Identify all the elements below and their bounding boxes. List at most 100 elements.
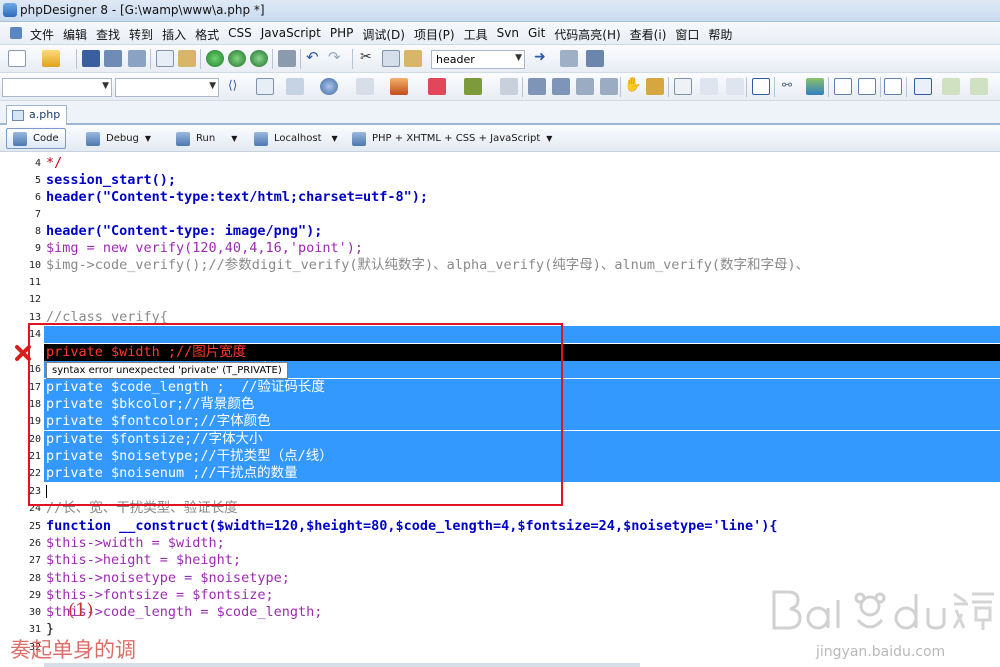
find-next-icon[interactable]: ➜	[534, 50, 552, 67]
php-file-icon	[12, 110, 24, 121]
undo-icon[interactable]: ↶	[306, 50, 324, 67]
form-icon[interactable]	[286, 78, 304, 95]
document-menu-icon[interactable]	[10, 27, 22, 39]
snippet-icon[interactable]: ⟨⟩	[228, 78, 246, 95]
save-as-icon[interactable]	[128, 50, 146, 67]
color-picker-icon[interactable]	[320, 78, 338, 95]
find-icon[interactable]	[560, 50, 578, 67]
web-icon[interactable]	[250, 50, 268, 67]
cut-icon[interactable]: ✂	[360, 50, 378, 67]
page-export-icon[interactable]	[726, 78, 744, 95]
code-editor[interactable]: 4 */ 5 session_start(); 6 header("Conten…	[0, 152, 1000, 667]
baidu-logo-watermark	[772, 590, 994, 630]
replace-icon[interactable]	[586, 50, 604, 67]
menu-window[interactable]: 窗口	[675, 26, 699, 43]
line-number: 9	[34, 243, 41, 254]
debug-button[interactable]: Debug ▼	[86, 128, 151, 149]
line-number: 11	[28, 277, 41, 288]
hand-icon[interactable]: ✋	[624, 78, 642, 95]
menu-project[interactable]: 项目(P)	[414, 26, 455, 43]
toolbar-separator	[150, 49, 151, 69]
clipboard-icon[interactable]	[178, 50, 196, 67]
menu-format[interactable]: 格式	[195, 26, 219, 43]
line-code: header("Content-type:text/html;charset=u…	[46, 189, 429, 205]
syntax-button[interactable]: PHP + XHTML + CSS + JavaScript ▼	[352, 128, 552, 149]
app-icon	[3, 3, 17, 17]
menu-edit[interactable]: 编辑	[63, 26, 87, 43]
font-combo[interactable]: ▼	[2, 78, 112, 97]
grid-icon[interactable]	[834, 78, 852, 95]
chevron-down-icon: ▼	[515, 53, 522, 63]
horizontal-scrollbar[interactable]	[44, 663, 640, 667]
menu-goto[interactable]: 转到	[129, 26, 153, 43]
tab-a-php[interactable]: a.php	[6, 105, 68, 125]
erase-icon[interactable]	[500, 78, 518, 95]
spell-check-icon[interactable]	[646, 78, 664, 95]
menu-bar: 文件 编辑 查找 转到 插入 格式 CSS JavaScript PHP 调试(…	[0, 22, 1000, 45]
indent-icon[interactable]	[528, 78, 546, 95]
menu-view[interactable]: 查看(i)	[630, 26, 667, 43]
wizard-icon[interactable]	[464, 78, 482, 95]
menu-insert[interactable]: 插入	[162, 26, 186, 43]
find-combo-value: header	[436, 53, 475, 66]
code-line: 27 $this->height = $height;	[0, 552, 1000, 569]
page-icon[interactable]	[700, 78, 718, 95]
template-icon[interactable]	[356, 78, 374, 95]
toolbar-separator	[620, 77, 621, 97]
paste-icon[interactable]	[404, 50, 422, 67]
export-icon[interactable]	[942, 78, 960, 95]
layout-icon[interactable]	[914, 78, 932, 95]
menu-help[interactable]: 帮助	[708, 26, 732, 43]
open-folder-icon[interactable]	[42, 50, 60, 67]
debug-label: Debug	[106, 133, 139, 144]
frame-icon[interactable]	[884, 78, 902, 95]
menu-php[interactable]: PHP	[330, 26, 354, 43]
size-combo[interactable]: ▼	[115, 78, 219, 97]
window-icon[interactable]	[674, 78, 692, 95]
menu-git[interactable]: Git	[528, 26, 545, 43]
run-button[interactable]: Run ▼	[176, 128, 237, 149]
outdent-icon[interactable]	[552, 78, 570, 95]
checkbox-icon[interactable]	[752, 78, 770, 95]
menu-javascript[interactable]: JavaScript	[261, 26, 321, 43]
line-number: 30	[28, 607, 41, 618]
author-watermark: 奏起单身的调	[10, 638, 136, 662]
menu-svn[interactable]: Svn	[497, 26, 519, 43]
line-number: 12	[28, 294, 41, 305]
chevron-down-icon: ▼	[231, 134, 238, 143]
comment-icon[interactable]	[600, 78, 618, 95]
toolbar-separator	[352, 49, 353, 69]
code-mode-button[interactable]: Code	[6, 128, 66, 149]
save-all-icon[interactable]	[104, 50, 122, 67]
marker-icon[interactable]	[390, 78, 408, 95]
line-code: $this->noisetype = $noisetype;	[46, 570, 290, 586]
menu-debug[interactable]: 调试(D)	[362, 26, 405, 43]
tag-icon[interactable]	[428, 78, 446, 95]
browser-preview-icon[interactable]	[206, 50, 224, 67]
publish-icon[interactable]	[970, 78, 988, 95]
localhost-button[interactable]: Localhost ▼	[254, 128, 338, 149]
menu-find[interactable]: 查找	[96, 26, 120, 43]
server-icon	[254, 131, 268, 146]
link-icon[interactable]: ⚯	[782, 78, 800, 95]
table-icon[interactable]	[256, 78, 274, 95]
print-icon[interactable]	[278, 50, 296, 67]
menu-css[interactable]: CSS	[228, 26, 252, 43]
new-file-icon[interactable]	[8, 50, 26, 67]
image-icon[interactable]	[806, 78, 824, 95]
copy-icon[interactable]	[382, 50, 400, 67]
preview-icon[interactable]	[228, 50, 246, 67]
copy-file-icon[interactable]	[156, 50, 174, 67]
rows-icon[interactable]	[858, 78, 876, 95]
code-line: 25 function __construct($width=120,$heig…	[0, 518, 1000, 535]
code-icon	[13, 131, 27, 146]
list-icon[interactable]	[576, 78, 594, 95]
line-number: 29	[28, 590, 41, 601]
redo-icon[interactable]: ↷	[328, 50, 346, 67]
find-combo[interactable]: header ▼	[431, 50, 525, 69]
menu-highlight[interactable]: 代码高亮(H)	[554, 26, 620, 43]
line-number: 26	[28, 538, 41, 549]
menu-file[interactable]: 文件	[30, 26, 54, 43]
menu-tools[interactable]: 工具	[464, 26, 488, 43]
save-icon[interactable]	[82, 50, 100, 67]
